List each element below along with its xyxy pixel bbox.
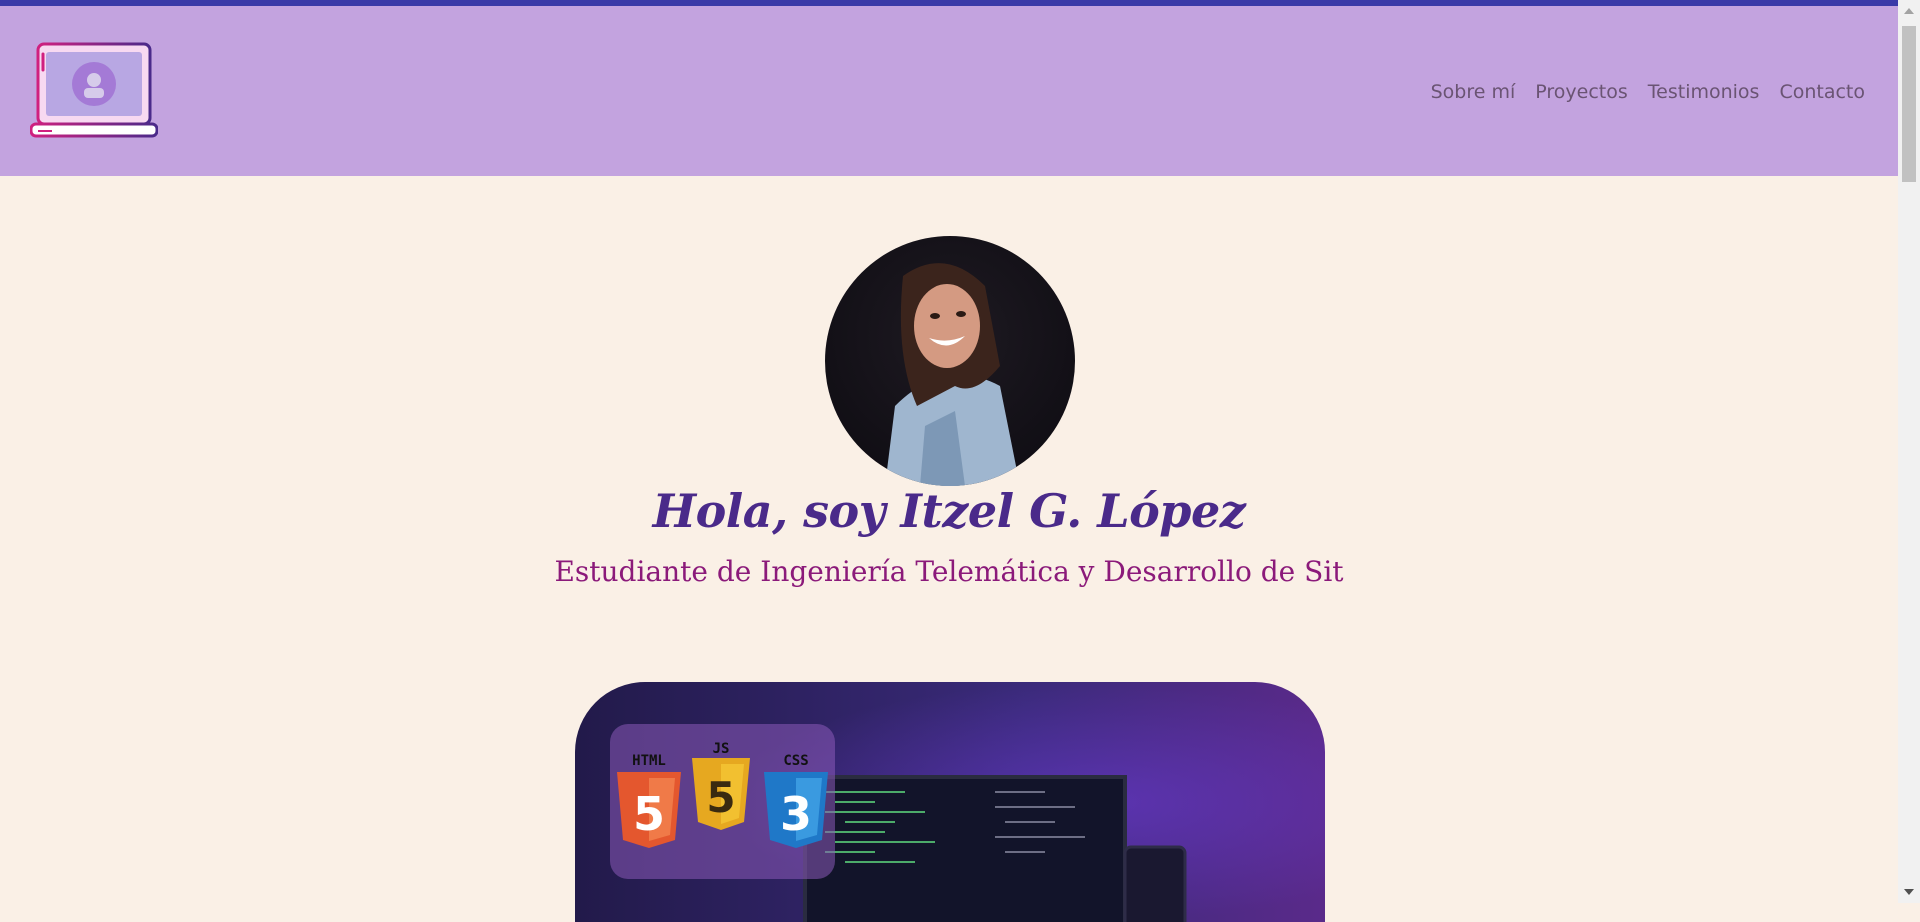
scrollbar-thumb[interactable] [1902, 26, 1916, 182]
coding-banner-image: HTML 5 JS 5 CSS 3 [575, 682, 1325, 922]
svg-text:3: 3 [780, 787, 812, 841]
nav-link-contacto[interactable]: Contacto [1779, 81, 1865, 103]
css3-icon: CSS 3 [764, 753, 828, 848]
html5-icon: HTML 5 [617, 753, 681, 848]
hero-subtitle: Estudiante de Ingeniería Telemática y De… [554, 555, 1344, 588]
main-nav: Sobre mí Proyectos Testimonios Contacto [1431, 81, 1865, 103]
scroll-down-arrow-icon[interactable] [1904, 889, 1914, 895]
hero-title: Hola, soy Itzel G. López [652, 484, 1246, 538]
svg-text:CSS: CSS [783, 753, 808, 769]
navbar: Sobre mí Proyectos Testimonios Contacto [0, 6, 1898, 176]
svg-text:5: 5 [633, 787, 665, 841]
vertical-scrollbar[interactable] [1898, 0, 1920, 903]
svg-text:HTML: HTML [632, 753, 666, 769]
javascript-icon: JS 5 [692, 741, 750, 830]
nav-link-testimonios[interactable]: Testimonios [1648, 81, 1760, 103]
scroll-up-arrow-icon[interactable] [1904, 8, 1914, 14]
svg-text:5: 5 [706, 773, 735, 822]
svg-text:JS: JS [713, 741, 730, 757]
nav-link-proyectos[interactable]: Proyectos [1535, 81, 1628, 103]
nav-link-sobre-mi[interactable]: Sobre mí [1431, 81, 1516, 103]
logo-laptop-icon[interactable] [29, 42, 159, 150]
profile-photo [825, 236, 1075, 486]
